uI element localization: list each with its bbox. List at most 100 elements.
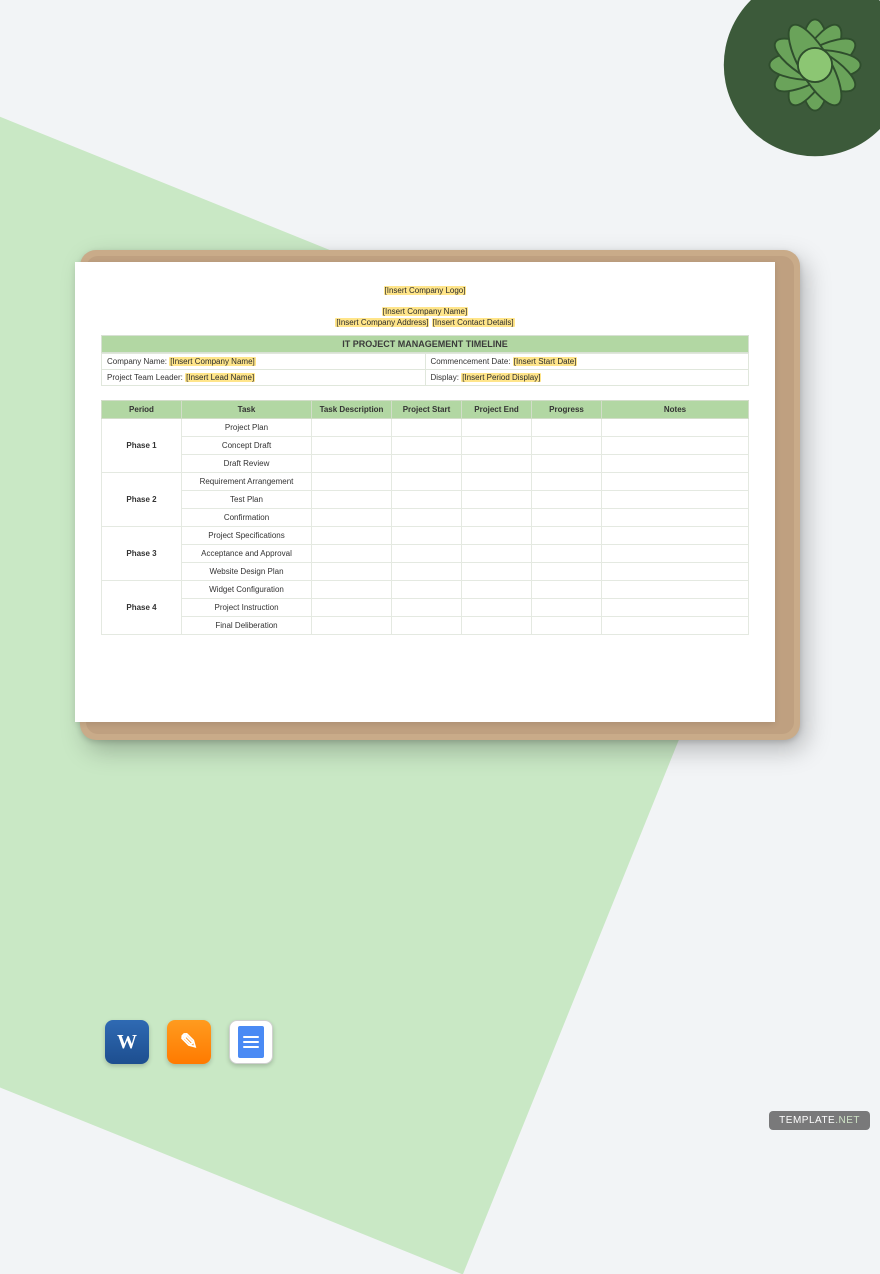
watermark: TEMPLATE.NET [769,1111,870,1130]
empty-cell [462,617,532,635]
empty-cell [312,455,392,473]
google-docs-icon-inner [238,1026,264,1058]
table-row: Final Deliberation [102,617,749,635]
phase-cell: Phase 2 [102,473,182,527]
empty-cell [462,509,532,527]
empty-cell [532,617,602,635]
empty-cell [312,545,392,563]
phase-cell: Phase 4 [102,581,182,635]
clipboard-mockup: [Insert Company Logo] [Insert Company Na… [80,250,800,740]
empty-cell [602,509,749,527]
table-row: Project Instruction [102,599,749,617]
empty-cell [532,509,602,527]
table-row: Website Design Plan [102,563,749,581]
commencement-placeholder: [Insert Start Date] [513,357,578,366]
placeholder-company-name: [Insert Company Name] [382,307,468,316]
task-cell: Widget Configuration [182,581,312,599]
empty-cell [602,581,749,599]
empty-cell [462,473,532,491]
table-row: Phase 4Widget Configuration [102,581,749,599]
succulent-plant-image [720,0,880,160]
empty-cell [312,491,392,509]
table-row: Test Plan [102,491,749,509]
empty-cell [602,419,749,437]
placeholder-address: [Insert Company Address] [335,318,429,327]
empty-cell [602,563,749,581]
placeholder-contact: [Insert Contact Details] [432,318,515,327]
empty-cell [602,599,749,617]
empty-cell [392,527,462,545]
task-cell: Website Design Plan [182,563,312,581]
pages-icon-glyph: ✎ [180,1029,198,1055]
display-placeholder: [Insert Period Display] [461,373,541,382]
task-cell: Project Instruction [182,599,312,617]
empty-cell [532,599,602,617]
empty-cell [462,455,532,473]
empty-cell [462,599,532,617]
table-row: Phase 1Project Plan [102,419,749,437]
empty-cell [462,419,532,437]
col-desc: Task Description [312,401,392,419]
empty-cell [312,473,392,491]
empty-cell [532,545,602,563]
watermark-suffix: .NET [835,1115,860,1126]
empty-cell [602,455,749,473]
display-label: Display: [431,373,459,382]
commencement-label: Commencement Date: [431,357,511,366]
empty-cell [392,617,462,635]
empty-cell [532,473,602,491]
empty-cell [602,527,749,545]
empty-cell [312,617,392,635]
team-leader-label: Project Team Leader: [107,373,183,382]
empty-cell [462,545,532,563]
team-leader-placeholder: [Insert Lead Name] [185,373,255,382]
empty-cell [602,617,749,635]
google-docs-icon[interactable] [229,1020,273,1064]
empty-cell [602,437,749,455]
info-table: Company Name: [Insert Company Name] Comm… [101,353,749,386]
company-name-label: Company Name: [107,357,167,366]
empty-cell [532,527,602,545]
empty-cell [392,509,462,527]
empty-cell [312,527,392,545]
table-row: Acceptance and Approval [102,545,749,563]
task-cell: Concept Draft [182,437,312,455]
col-period: Period [102,401,182,419]
empty-cell [462,581,532,599]
watermark-brand: TEMPLATE [779,1115,835,1126]
empty-cell [602,545,749,563]
empty-cell [312,437,392,455]
task-cell: Confirmation [182,509,312,527]
empty-cell [532,419,602,437]
empty-cell [602,473,749,491]
table-row: Project Team Leader: [Insert Lead Name] … [102,370,749,386]
empty-cell [392,545,462,563]
pages-icon[interactable]: ✎ [167,1020,211,1064]
phase-cell: Phase 1 [102,419,182,473]
table-row: Concept Draft [102,437,749,455]
table-row: Confirmation [102,509,749,527]
placeholder-logo: [Insert Company Logo] [384,286,467,295]
table-row: Phase 3Project Specifications [102,527,749,545]
col-start: Project Start [392,401,462,419]
timeline-table: Period Task Task Description Project Sta… [101,400,749,635]
empty-cell [392,473,462,491]
word-icon[interactable]: W [105,1020,149,1064]
document-header: [Insert Company Logo] [Insert Company Na… [101,286,749,327]
empty-cell [392,455,462,473]
empty-cell [532,563,602,581]
col-task: Task [182,401,312,419]
empty-cell [392,437,462,455]
empty-cell [312,599,392,617]
col-end: Project End [462,401,532,419]
table-header-row: Period Task Task Description Project Sta… [102,401,749,419]
col-notes: Notes [602,401,749,419]
task-cell: Draft Review [182,455,312,473]
empty-cell [462,563,532,581]
empty-cell [462,437,532,455]
empty-cell [532,437,602,455]
company-name-placeholder: [Insert Company Name] [169,357,255,366]
table-row: Company Name: [Insert Company Name] Comm… [102,354,749,370]
empty-cell [462,527,532,545]
empty-cell [392,599,462,617]
